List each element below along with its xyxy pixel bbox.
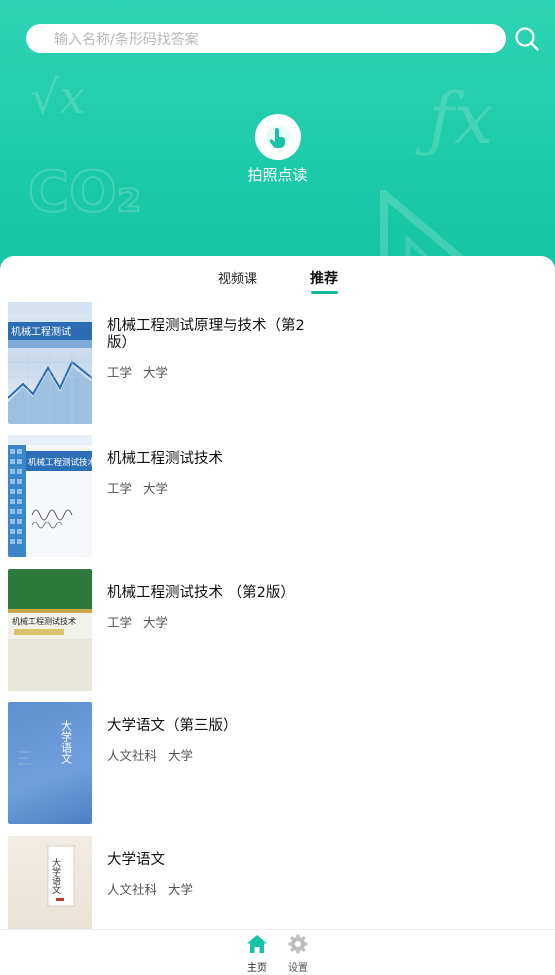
book-item[interactable]: 机械工程测试 机械工程测试原理与技术（第2版） 工学 大学 bbox=[0, 302, 555, 426]
book-tag: 大学 bbox=[143, 615, 169, 630]
book-tags: 人文社科 大学 bbox=[107, 879, 200, 898]
book-item[interactable]: 大学语文 大学语文 人文社科 大学 bbox=[0, 836, 555, 929]
tabbar-home[interactable]: 主页 bbox=[237, 934, 277, 974]
header-banner: √x ƒx CO₂ 输入名称/条形码找答案 拍照点读 bbox=[0, 0, 555, 280]
cover-title-text: 机械工程测试技术 bbox=[12, 616, 76, 626]
tabbar-settings-label: 设置 bbox=[288, 963, 308, 974]
cover-title-text: 机械工程测试技术 bbox=[28, 457, 92, 468]
book-tag: 人文社科 bbox=[107, 882, 158, 897]
book-tags: 工学 大学 bbox=[107, 478, 175, 497]
book-cover: 机械工程测试 bbox=[8, 302, 92, 424]
cover-title-text: 机械工程测试 bbox=[11, 325, 71, 338]
tabbar-settings[interactable]: 设置 bbox=[278, 934, 318, 974]
book-tag: 大学 bbox=[143, 481, 169, 496]
book-title: 机械工程测试技术 （第2版） bbox=[107, 585, 295, 601]
cover-title-text: 大学语文 bbox=[50, 857, 61, 895]
book-title: 大学语文（第三版） bbox=[107, 718, 238, 734]
book-item[interactable]: 大学语文 大学语文（第三版） 人文社科 大学 bbox=[0, 702, 555, 826]
home-icon bbox=[247, 935, 267, 953]
sqrt-decoration: √x bbox=[30, 70, 86, 124]
book-tags: 工学 大学 bbox=[107, 612, 175, 631]
content-panel: 视频课 推荐 机械工程测试 机械工程测试原理与技术（第2版） 工学 大学 机械工… bbox=[0, 256, 555, 929]
book-title: 机械工程测试技术 bbox=[107, 451, 223, 467]
book-cover-art: 机械工程测试 bbox=[8, 302, 92, 424]
tabbar-home-label: 主页 bbox=[247, 963, 267, 974]
active-tab-indicator bbox=[311, 291, 338, 294]
book-item[interactable]: 机械工程测试技术 机械工程测试技术 （第2版） 工学 大学 bbox=[0, 569, 555, 693]
book-item[interactable]: 机械工程测试技术 机械工程测试技术 工学 大学 bbox=[0, 435, 555, 559]
book-cover-art: 大学语文 bbox=[47, 845, 75, 907]
book-tag: 大学 bbox=[168, 748, 194, 763]
book-cover-art: 机械工程测试技术 bbox=[8, 435, 92, 557]
book-cover: 大学语文 bbox=[8, 836, 92, 929]
bottom-tab-bar: 主页 设置 bbox=[0, 929, 555, 975]
book-title: 大学语文 bbox=[107, 852, 165, 868]
book-tag: 工学 bbox=[107, 365, 133, 380]
search-input[interactable]: 输入名称/条形码找答案 bbox=[26, 24, 506, 53]
book-cover: 机械工程测试技术 bbox=[8, 435, 92, 557]
book-tag: 工学 bbox=[107, 481, 133, 496]
gear-icon bbox=[288, 934, 308, 954]
book-title: 机械工程测试原理与技术（第2版） bbox=[107, 318, 305, 351]
book-tag: 工学 bbox=[107, 615, 133, 630]
cover-title-text: 大学语文 bbox=[60, 719, 73, 764]
book-tag: 大学 bbox=[143, 365, 169, 380]
book-cover-art: 大学语文 bbox=[18, 719, 73, 765]
search-icon[interactable] bbox=[514, 26, 540, 52]
tab-bar: 视频课 推荐 bbox=[0, 256, 555, 302]
book-cover: 机械工程测试技术 bbox=[8, 569, 92, 691]
book-tag: 人文社科 bbox=[107, 748, 158, 763]
photo-read-label: 拍照点读 bbox=[247, 166, 308, 184]
book-tags: 人文社科 大学 bbox=[107, 745, 200, 764]
book-tag: 大学 bbox=[168, 882, 194, 897]
photo-read-button[interactable] bbox=[255, 114, 301, 160]
book-cover-art: 机械工程测试技术 bbox=[8, 569, 92, 691]
book-cover: 大学语文 bbox=[8, 702, 92, 824]
tab-recommended[interactable]: 推荐 bbox=[310, 268, 338, 288]
tap-hand-icon bbox=[266, 125, 290, 149]
search-placeholder: 输入名称/条形码找答案 bbox=[54, 31, 199, 48]
tab-video-course[interactable]: 视频课 bbox=[218, 268, 257, 287]
fx-decoration: ƒx bbox=[428, 78, 494, 160]
book-tags: 工学 大学 bbox=[107, 362, 175, 381]
